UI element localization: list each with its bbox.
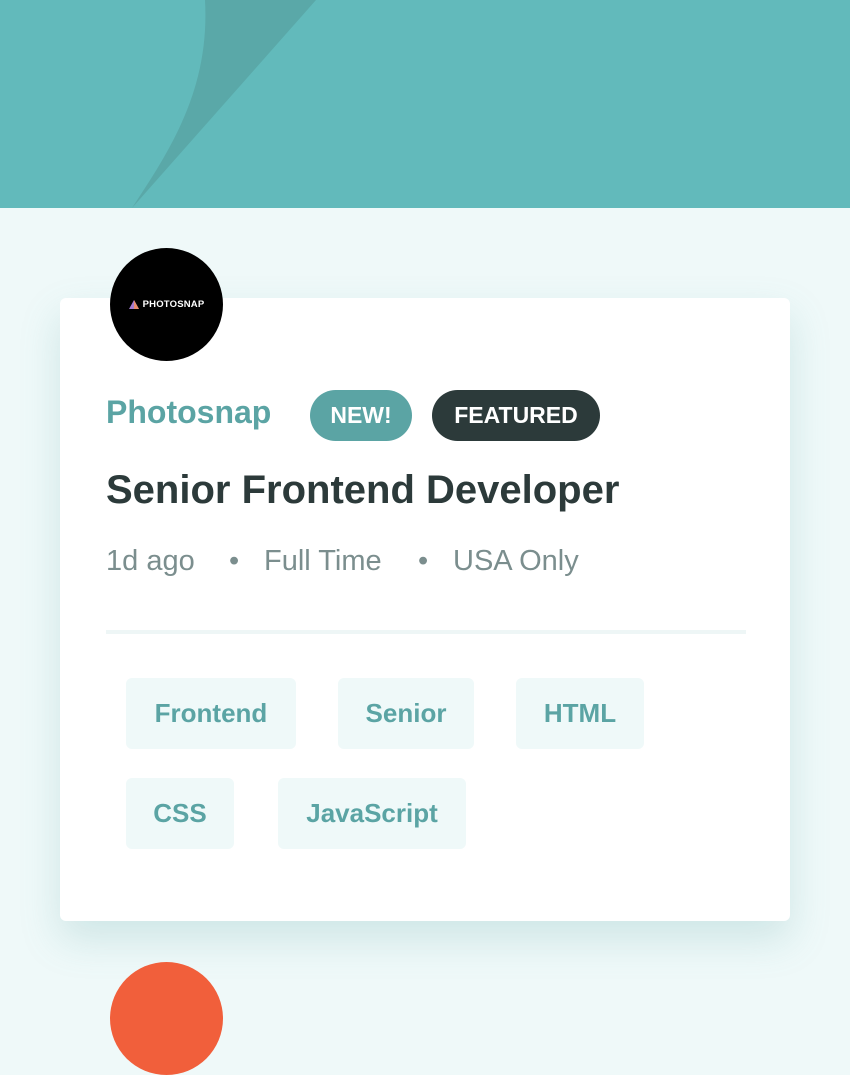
featured-badge: FEATURED [432,390,600,441]
posted-at: 1d ago [106,545,195,577]
tag-senior[interactable]: Senior [338,678,474,749]
tag-css[interactable]: CSS [126,778,234,849]
contract-type: Full Time [264,545,382,577]
tag-frontend[interactable]: Frontend [126,678,296,749]
new-badge: NEW! [310,390,412,441]
tag-html[interactable]: HTML [516,678,644,749]
logo-text: PHOTOSNAP [142,299,205,310]
job-location: USA Only [453,545,579,577]
meta-separator: • [418,545,429,577]
job-title[interactable]: Senior Frontend Developer [106,466,619,514]
photosnap-logo-icon [128,300,139,309]
meta-separator: • [229,545,240,577]
company-logo: PHOTOSNAP [110,248,223,361]
company-name[interactable]: Photosnap [106,392,271,432]
next-company-logo [110,962,223,1075]
card-divider [106,630,746,634]
header-banner [0,0,850,208]
header-pattern [132,0,316,208]
tag-javascript[interactable]: JavaScript [278,778,466,849]
